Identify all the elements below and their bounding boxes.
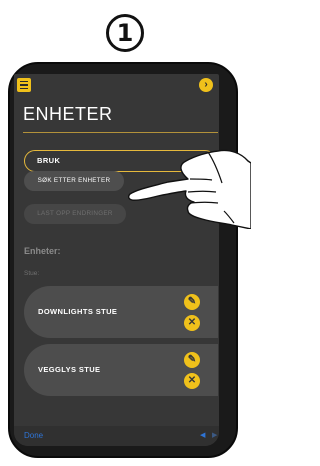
upload-changes-button[interactable]: LAST OPP ENDRINGER — [24, 204, 126, 224]
device-item[interactable]: VEGGLYS STUE ✎ ✕ — [24, 344, 218, 396]
done-button[interactable]: Done — [24, 431, 43, 440]
close-icon[interactable]: ✕ — [184, 315, 200, 331]
pointing-hand-icon — [128, 149, 251, 229]
pencil-icon[interactable]: ✎ — [184, 294, 200, 310]
room-label: Stue: — [24, 270, 40, 277]
device-name: DOWNLIGHTS STUE — [38, 307, 118, 316]
app-screen: › ENHETER BRUK SØK ETTER ENHETER LAST OP… — [14, 74, 219, 446]
close-icon[interactable]: ✕ — [184, 373, 200, 389]
title-divider — [23, 132, 218, 133]
keyboard-toolbar: Done ◀ ▶ — [14, 426, 219, 446]
search-devices-button[interactable]: SØK ETTER ENHETER — [24, 171, 124, 191]
device-name: VEGGLYS STUE — [38, 365, 101, 374]
arrow-right-icon[interactable]: ▶ — [212, 431, 217, 439]
device-item[interactable]: DOWNLIGHTS STUE ✎ ✕ — [24, 286, 218, 338]
devices-section-title: Enheter: — [24, 246, 61, 256]
pencil-icon[interactable]: ✎ — [184, 352, 200, 368]
step-number: 1 — [116, 19, 134, 47]
hamburger-menu-icon[interactable] — [17, 78, 31, 92]
chevron-right-icon[interactable]: › — [199, 78, 213, 92]
page-title: ENHETER — [23, 104, 113, 124]
step-number-badge: 1 — [106, 14, 144, 52]
arrow-left-icon[interactable]: ◀ — [200, 431, 205, 439]
